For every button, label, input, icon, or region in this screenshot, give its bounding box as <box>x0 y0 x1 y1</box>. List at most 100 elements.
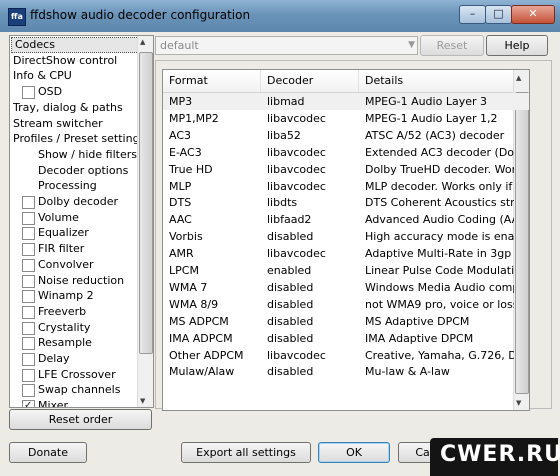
details-cell: not WMA9 pro, voice or lossless <box>365 297 514 311</box>
donate-button[interactable]: Donate <box>9 442 87 463</box>
minimize-button[interactable]: – <box>459 5 486 24</box>
scroll-up-icon[interactable]: ▲ <box>140 38 145 46</box>
table-row[interactable]: True HD libavcodec Dolby TrueHD decoder. W… <box>163 161 529 178</box>
checkbox[interactable] <box>22 290 35 304</box>
close-button[interactable]: ✕ <box>511 5 555 24</box>
reset-order-button[interactable]: Reset order <box>9 409 152 430</box>
help-button[interactable]: Help <box>486 35 548 56</box>
decoder-cell: liba52 <box>267 128 301 142</box>
scroll-down-icon[interactable]: ▼ <box>516 399 521 407</box>
table-row[interactable]: MLP libavcodec MLP decoder. Works only if … <box>163 178 529 195</box>
table-row[interactable]: WMA 7 disabled Windows Media Audio compati… <box>163 279 529 296</box>
codecs-table[interactable]: Format Decoder Details ▲ ▼ MP3 libmad MPEG… <box>162 69 530 411</box>
sidebar-item-label: Volume <box>38 210 79 224</box>
table-row[interactable]: Vorbis disabled High accuracy mode is enab… <box>163 228 529 245</box>
sidebar-item-label: Decoder options <box>38 163 129 177</box>
tree-scrollbar[interactable]: ▲ ▼ <box>137 36 153 407</box>
sidebar-item-label: Show / hide filters <box>38 147 137 161</box>
maximize-button[interactable]: □ <box>485 5 512 24</box>
column-header-format[interactable]: Format <box>163 70 261 92</box>
decoder-cell: disabled <box>267 230 314 244</box>
settings-tree[interactable]: Mixer Swap channels LFE Crossover Delay Resa… <box>9 35 154 408</box>
checkbox[interactable] <box>22 196 35 209</box>
checkbox[interactable] <box>22 227 35 241</box>
decoder-cell: libmad <box>267 95 305 108</box>
sidebar-item-label: Convolver <box>38 257 94 271</box>
checkbox[interactable] <box>22 274 35 288</box>
sidebar-item[interactable]: Codecs <box>11 37 143 53</box>
preset-reset-button[interactable]: Reset <box>420 35 484 56</box>
ok-button[interactable]: OK <box>318 442 390 463</box>
column-header-decoder[interactable]: Decoder <box>261 70 359 92</box>
decoder-cell: disabled <box>267 365 314 379</box>
sidebar-item-label: Info & CPU <box>13 69 72 83</box>
scroll-down-icon[interactable]: ▼ <box>140 397 145 405</box>
details-cell: MPEG-1 Audio Layer 1,2 <box>365 111 498 125</box>
table-row[interactable]: MS ADPCM disabled MS Adaptive DPCM <box>163 313 529 330</box>
details-cell: Advanced Audio Coding (AAC) <box>365 213 514 227</box>
sidebar-item-label: DirectShow control <box>13 53 118 67</box>
table-row[interactable]: AAC libfaad2 Advanced Audio Coding (AAC) <box>163 211 529 228</box>
sidebar-item-label: Processing <box>38 179 97 193</box>
export-all-settings-button[interactable]: Export all settings <box>181 442 311 463</box>
scroll-up-icon[interactable]: ▲ <box>516 74 521 82</box>
details-cell: Dolby TrueHD decoder. Work... <box>365 162 514 176</box>
format-cell: LPCM <box>169 264 199 277</box>
sidebar-item-label: OSD <box>38 85 63 99</box>
chevron-down-icon[interactable]: ▼ <box>408 37 415 54</box>
format-cell: Other ADPCM <box>169 348 244 362</box>
checkbox[interactable] <box>22 337 35 351</box>
table-row[interactable]: AMR libavcodec Adaptive Multi-Rate in 3gp … <box>163 245 529 262</box>
checkbox[interactable] <box>22 353 35 366</box>
column-header-details[interactable]: Details <box>359 70 529 92</box>
sidebar-item-label: Crystality <box>38 320 91 334</box>
table-row[interactable]: AC3 liba52 ATSC A/52 (AC3) decoder <box>163 127 529 144</box>
details-cell: IMA Adaptive DPCM <box>365 331 474 345</box>
checkbox[interactable] <box>22 384 35 398</box>
table-row[interactable]: E-AC3 libavcodec Extended AC3 decoder (Dol… <box>163 144 529 161</box>
sidebar-item-label: Stream switcher <box>13 116 103 130</box>
table-row[interactable]: LPCM enabled Linear Pulse Code Modulation <box>163 262 529 279</box>
table-row[interactable]: IMA ADPCM disabled IMA Adaptive DPCM <box>163 330 529 347</box>
preset-combo[interactable]: default ▼ <box>155 36 418 55</box>
decoder-cell: libavcodec <box>267 179 326 193</box>
format-cell: MS ADPCM <box>169 314 229 328</box>
details-cell: DTS Coherent Acoustics strea... <box>365 196 514 210</box>
watermark-logo: CWER.RU <box>430 438 560 476</box>
checkbox[interactable] <box>22 398 35 407</box>
table-row[interactable]: MP1,MP2 libavcodec MPEG-1 Audio Layer 1,2 <box>163 110 529 127</box>
checkbox[interactable] <box>22 211 35 225</box>
tree-scroll-thumb[interactable] <box>139 52 153 354</box>
decoder-cell: libavcodec <box>267 162 326 176</box>
table-row[interactable]: Mulaw/Alaw disabled Mu-law & A-law <box>163 363 529 380</box>
decoder-cell: enabled <box>267 264 312 277</box>
checkbox[interactable] <box>22 368 35 382</box>
window-title: ffdshow audio decoder configuration <box>30 8 251 22</box>
format-cell: AC3 <box>169 128 192 142</box>
checkbox[interactable] <box>22 305 35 319</box>
checkbox[interactable] <box>22 321 35 335</box>
title-bar[interactable]: ffa ffdshow audio decoder configuration … <box>0 0 560 32</box>
sidebar-item-label: Freeverb <box>38 304 87 318</box>
details-cell: Creative, Yamaha, G.726, DK... <box>365 348 514 362</box>
details-cell: High accuracy mode is enable... <box>365 230 514 244</box>
details-cell: MPEG-1 Audio Layer 3 <box>365 95 487 108</box>
decoder-cell: disabled <box>267 280 314 294</box>
checkbox[interactable] <box>22 243 35 257</box>
checkbox[interactable] <box>22 86 35 100</box>
format-cell: IMA ADPCM <box>169 331 233 345</box>
sidebar-item-label: Swap channels <box>38 383 121 397</box>
format-cell: E-AC3 <box>169 145 202 159</box>
table-row[interactable]: DTS libdts DTS Coherent Acoustics strea... <box>163 194 529 211</box>
preset-value: default <box>160 39 199 52</box>
app-icon: ffa <box>8 8 26 26</box>
decoder-cell: libavcodec <box>267 145 326 159</box>
sidebar-item-label: LFE Crossover <box>38 367 116 381</box>
table-row[interactable]: Other ADPCM libavcodec Creative, Yamaha, G… <box>163 347 529 364</box>
table-row[interactable]: WMA 8/9 disabled not WMA9 pro, voice or lo… <box>163 296 529 313</box>
checkbox[interactable] <box>22 258 35 272</box>
sidebar-item-label: Noise reduction <box>38 273 125 287</box>
table-row[interactable]: MP3 libmad MPEG-1 Audio Layer 3 <box>163 93 529 110</box>
format-cell: WMA 7 <box>169 280 208 294</box>
format-cell: WMA 8/9 <box>169 297 219 311</box>
